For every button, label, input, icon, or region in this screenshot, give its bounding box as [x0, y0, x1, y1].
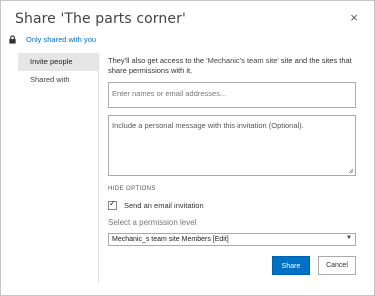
- sidebar-item-shared-with[interactable]: Shared with: [18, 71, 98, 89]
- dialog-title: Share 'The parts corner': [15, 11, 186, 27]
- message-textarea[interactable]: Include a personal message with this inv…: [108, 115, 356, 176]
- permission-select[interactable]: Mechanic_s team site Members [Edit] ▼: [108, 233, 356, 246]
- permission-label: Select a permission level: [108, 218, 197, 227]
- description-prefix: They'll also get access to the: [108, 56, 207, 65]
- hide-options-link[interactable]: HIDE OPTIONS: [108, 186, 156, 192]
- send-email-label: Send an email invitation: [124, 201, 204, 210]
- send-email-row: ✓ Send an email invitation: [108, 199, 204, 210]
- resize-grip-icon[interactable]: [348, 168, 354, 174]
- invite-panel: They'll also get access to the 'Mechanic…: [108, 56, 358, 275]
- close-icon[interactable]: ×: [348, 10, 360, 25]
- names-input[interactable]: Enter names or email addresses...: [108, 82, 356, 108]
- share-button[interactable]: Share: [272, 256, 310, 275]
- message-placeholder: Include a personal message with this inv…: [112, 121, 304, 130]
- cancel-button[interactable]: Cancel: [318, 256, 356, 275]
- sidebar-item-invite-people[interactable]: Invite people: [18, 53, 98, 71]
- permission-value: Mechanic_s team site Members [Edit]: [112, 236, 229, 243]
- sidebar: Invite people Shared with: [18, 53, 99, 282]
- check-icon: ✓: [109, 199, 116, 208]
- share-dialog: Share 'The parts corner' × Only shared w…: [0, 0, 375, 296]
- access-description: They'll also get access to the 'Mechanic…: [108, 56, 358, 76]
- sharing-status: Only shared with you: [8, 35, 96, 44]
- dropdown-arrow-icon: ▼: [346, 235, 352, 241]
- site-name: 'Mechanic's team site': [206, 56, 279, 65]
- send-email-checkbox[interactable]: ✓: [108, 199, 117, 210]
- lock-icon: [9, 35, 16, 44]
- shared-with-you-link[interactable]: Only shared with you: [26, 35, 96, 44]
